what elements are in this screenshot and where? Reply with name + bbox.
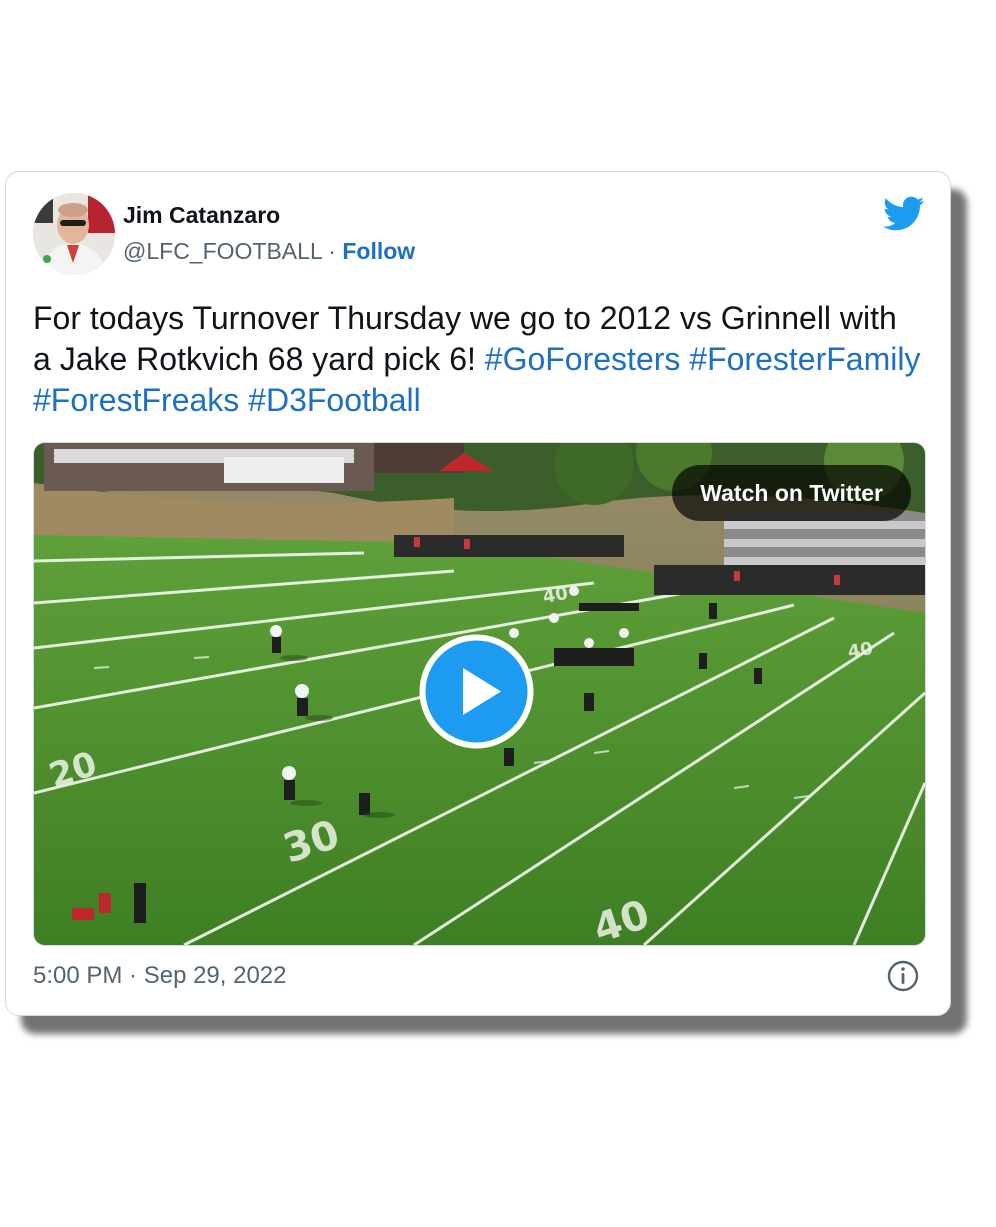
author-handle[interactable]: @LFC_FOOTBALL	[123, 238, 322, 264]
tweet-timestamp[interactable]: 5:00 PM · Sep 29, 2022	[33, 962, 287, 990]
separator-dot: ·	[328, 238, 336, 264]
twitter-bird-icon[interactable]	[883, 196, 925, 232]
avatar[interactable]	[33, 193, 115, 275]
yard-number: 40	[541, 583, 569, 608]
tweet-card: Jim Catanzaro @LFC_FOOTBALL · Follow For…	[5, 171, 951, 1016]
play-icon[interactable]	[419, 634, 534, 749]
watch-on-twitter-button[interactable]: Watch on Twitter	[672, 465, 911, 521]
tweet-text: For todays Turnover Thursday we go to 20…	[33, 298, 923, 421]
yard-number: 40	[846, 638, 874, 663]
info-icon[interactable]	[886, 959, 920, 993]
hashtag-foresterfamily[interactable]: #ForesterFamily	[689, 341, 920, 377]
hashtag-forestfreaks[interactable]: #ForestFreaks	[33, 382, 239, 418]
follow-button[interactable]: Follow	[342, 238, 415, 264]
hashtag-d3football[interactable]: #D3Football	[248, 382, 421, 418]
author-name[interactable]: Jim Catanzaro	[123, 202, 280, 229]
video-thumbnail[interactable]: 20 30 40 40 40 Watch on Twitter	[33, 442, 926, 946]
author-meta: @LFC_FOOTBALL · Follow	[123, 238, 415, 265]
hashtag-goforesters[interactable]: #GoForesters	[485, 341, 681, 377]
avatar-image	[33, 193, 115, 275]
